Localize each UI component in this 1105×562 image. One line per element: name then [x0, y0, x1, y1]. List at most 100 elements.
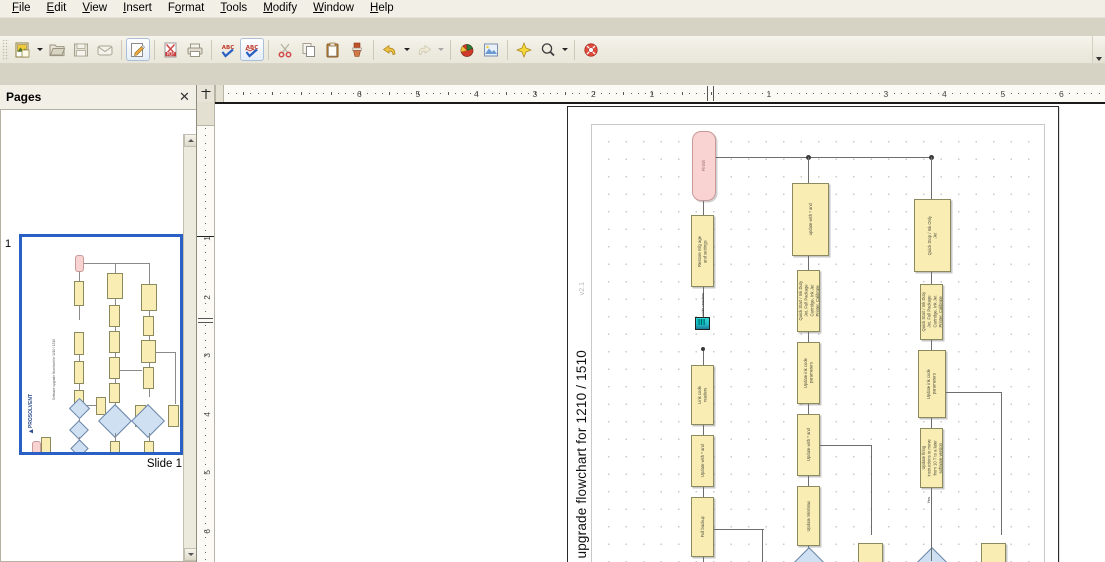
new-document-icon[interactable]: [11, 38, 35, 61]
redo-icon[interactable]: [412, 38, 436, 61]
flowchart-connector: [762, 529, 764, 562]
flowchart-node-quickstop-2[interactable]: Update firing instructions to move from …: [920, 428, 943, 488]
ruler-subtick: [689, 93, 690, 94]
menu-item-help[interactable]: Help: [362, 1, 402, 16]
vertical-ruler[interactable]: 123456: [197, 102, 215, 562]
menu-item-view[interactable]: View: [74, 1, 115, 16]
flowchart-node-checkout-2[interactable]: Check OUT precaution CHANGE ink (Drain /…: [981, 543, 1006, 562]
email-document-icon[interactable]: [93, 38, 117, 61]
ruler-subtick: [565, 92, 566, 95]
horizontal-ruler[interactable]: 65432113456: [197, 85, 1105, 102]
cut-scissors-icon[interactable]: [273, 38, 297, 61]
toolbar-separator: [154, 39, 155, 60]
toolbar-grip[interactable]: [2, 38, 9, 61]
flowchart-node-inkcode-1[interactable]: Quick Start / Ink Duty Jet, Full Package…: [797, 270, 820, 332]
flowchart-node-full-backup[interactable]: Update with * and: [691, 435, 714, 487]
ruler-subtick: [938, 93, 939, 94]
close-icon[interactable]: ✕: [177, 89, 192, 105]
zoom-dropdown-arrow[interactable]: [560, 38, 570, 61]
chart-icon[interactable]: [455, 38, 479, 61]
ruler-subtick: [1099, 93, 1100, 94]
flowchart-node-quickstart-1[interactable]: update with * and: [792, 183, 829, 256]
thumbnail-node: [144, 441, 154, 452]
help-lifebuoy-icon[interactable]: [579, 38, 603, 61]
menu-item-window[interactable]: Window: [305, 1, 362, 16]
ruler-subtick: [294, 93, 295, 94]
zoom-icon[interactable]: [536, 38, 560, 61]
ruler-subtick: [492, 93, 493, 94]
scroll-up-icon[interactable]: [184, 134, 196, 147]
flowchart-node-update-2[interactable]: Full backup: [691, 497, 714, 557]
menu-item-format[interactable]: Format: [160, 1, 212, 16]
flowchart-terminator-finish[interactable]: Finish: [692, 131, 716, 201]
flowchart-node-quickstart-2[interactable]: Quick Stop / Ink Only Jet: [914, 199, 951, 272]
thumbnail-node: [109, 357, 120, 379]
undo-icon[interactable]: [378, 38, 402, 61]
flowchart-drawing[interactable]: Finish Restore mfg age and settings Ink …: [591, 124, 1045, 562]
ruler-subtick: [1062, 93, 1063, 94]
save-icon[interactable]: [69, 38, 93, 61]
menu-item-modify[interactable]: Modify: [255, 1, 305, 16]
slide-canvas[interactable]: Software upgrade flowchart for 1210 / 15…: [215, 102, 1105, 562]
thumbnail-node: [109, 305, 120, 327]
undo-dropdown-arrow[interactable]: [402, 38, 412, 61]
paste-icon[interactable]: [321, 38, 345, 61]
ruler-subtick: [821, 93, 822, 94]
ruler-subtick: [704, 93, 705, 94]
ruler-subtick: [1003, 93, 1004, 94]
slide-thumbnail[interactable]: Software upgrade flowchart for 1210 / 15…: [19, 234, 183, 455]
flowchart-node-quickstop-1[interactable]: Update Min/Max: [797, 486, 820, 546]
edit-mode-icon[interactable]: [126, 38, 150, 61]
flowchart-connector: [820, 445, 872, 447]
ruler-margin-handle-left[interactable]: [215, 85, 224, 102]
ruler-subtick: [499, 93, 500, 94]
flowchart-node-update-3[interactable]: Update ink code parameters: [797, 342, 820, 404]
flowchart-node-update-1[interactable]: Link code readers: [691, 365, 714, 425]
ruler-margin-handle-top[interactable]: [197, 102, 214, 126]
menu-item-insert[interactable]: Insert: [115, 1, 160, 16]
redo-dropdown-arrow[interactable]: [436, 38, 446, 61]
menu-item-edit[interactable]: Edit: [39, 1, 75, 16]
ruler-subtick: [418, 92, 419, 95]
ruler-subtick: [205, 128, 206, 129]
pages-list[interactable]: 1 Software upgrade flowchart for 1210 / …: [0, 109, 196, 562]
ruler-subtick: [205, 552, 206, 553]
ruler-subtick: [806, 93, 807, 94]
print-icon[interactable]: [183, 38, 207, 61]
horizontal-ruler-track[interactable]: 65432113456: [215, 85, 1105, 102]
flowchart-node-restore[interactable]: Restore mfg age and settings: [691, 215, 714, 287]
pages-panel-scrollbar[interactable]: [183, 134, 196, 561]
ruler-subtick: [205, 179, 206, 180]
scroll-down-icon[interactable]: [184, 548, 196, 561]
gallery-icon[interactable]: [512, 38, 536, 61]
spelling-check-icon[interactable]: ABC: [216, 38, 240, 61]
ruler-subtick: [205, 347, 206, 348]
flowchart-node-checkout-1[interactable]: Check OUT precaution CHANGE ink (Drain /…: [858, 543, 883, 562]
standard-toolbar-overflow-button[interactable]: [1092, 36, 1105, 63]
toolbar-separator: [450, 39, 451, 60]
clone-formatting-icon[interactable]: [345, 38, 369, 61]
ruler-subtick: [205, 216, 206, 217]
insert-image-icon[interactable]: [479, 38, 503, 61]
flowchart-node-minmax[interactable]: Update with * and: [797, 414, 820, 476]
ruler-subtick: [696, 93, 697, 94]
ruler-subtick: [205, 377, 206, 378]
ruler-subtick: [594, 92, 595, 95]
ruler-subtick: [205, 464, 206, 465]
ruler-subtick: [638, 93, 639, 94]
open-folder-icon[interactable]: [45, 38, 69, 61]
export-pdf-icon[interactable]: PDF: [159, 38, 183, 61]
autospellcheck-icon[interactable]: ABC: [240, 38, 264, 61]
ruler-origin-icon[interactable]: [197, 85, 215, 102]
menu-item-tools[interactable]: Tools: [212, 1, 255, 16]
copy-icon[interactable]: [297, 38, 321, 61]
ruler-subtick: [433, 93, 434, 94]
new-document-dropdown-arrow[interactable]: [35, 38, 45, 61]
thumbnail-decision: [70, 439, 89, 452]
flowchart-node-firing-instructions[interactable]: Update ink code parameters: [918, 350, 946, 418]
flowchart-node-inkcode-2[interactable]: Quick Start / Ink Duty Jet, Full Package…: [920, 284, 943, 340]
flowchart-decision-1[interactable]: Viscosity verification in target pressur…: [775, 547, 843, 562]
slide-page[interactable]: Software upgrade flowchart for 1210 / 15…: [567, 106, 1059, 562]
ruler-subtick: [762, 93, 763, 94]
menu-item-file[interactable]: File: [4, 1, 39, 16]
